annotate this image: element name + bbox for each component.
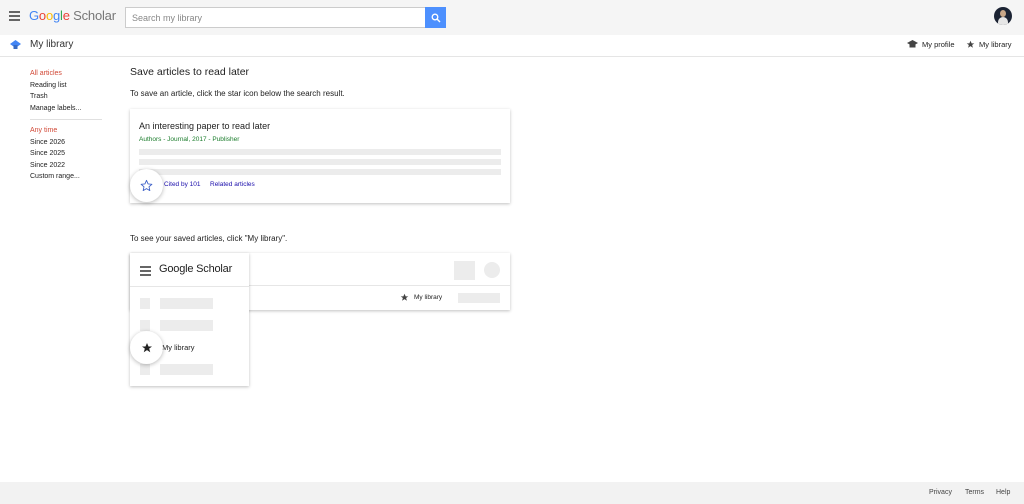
my-profile-link[interactable]: My profile: [907, 40, 955, 49]
star-icon: [400, 293, 409, 301]
placeholder-avatar: [484, 262, 500, 278]
time-filter-custom-range[interactable]: Custom range...: [30, 171, 102, 183]
terms-link[interactable]: Terms: [965, 489, 984, 496]
sidebar-item-reading-list[interactable]: Reading list: [30, 80, 102, 92]
menu-icon[interactable]: [9, 11, 20, 21]
sidebar-item-manage-labels[interactable]: Manage labels...: [30, 103, 102, 115]
search-button[interactable]: [425, 7, 446, 28]
sidebar-item-trash[interactable]: Trash: [30, 91, 102, 103]
footer: Privacy Terms Help: [0, 482, 1024, 504]
sidebar: All articles Reading list Trash Manage l…: [30, 68, 102, 183]
avatar[interactable]: [994, 7, 1012, 25]
time-filter-since-2025[interactable]: Since 2025: [30, 148, 102, 160]
time-filter-since-2022[interactable]: Since 2022: [30, 160, 102, 172]
privacy-link[interactable]: Privacy: [929, 489, 952, 496]
save-star-button[interactable]: [130, 169, 163, 202]
snippet-placeholder: [139, 169, 501, 175]
menu-icon: [140, 266, 151, 276]
placeholder-icon: [140, 320, 150, 331]
star-outline-icon: [140, 179, 153, 192]
snippet-placeholder: [139, 159, 501, 165]
cited-by-link[interactable]: Cited by 101: [164, 181, 201, 188]
placeholder-icon: [140, 298, 150, 309]
example-meta: Authors - Journal, 2017 - Publisher: [139, 136, 240, 143]
snippet-placeholder: [139, 149, 501, 155]
google-scholar-logo[interactable]: Google Scholar: [29, 8, 116, 23]
example-result-card: An interesting paper to read later Autho…: [130, 109, 510, 203]
illustration-menu-panel: Google Scholar My library: [130, 253, 249, 386]
search-input[interactable]: [125, 7, 425, 28]
library-logo-icon: [10, 40, 21, 49]
star-icon: [966, 40, 975, 48]
time-filter-any-time[interactable]: Any time: [30, 125, 102, 137]
placeholder-label: [160, 298, 213, 309]
placeholder-block: [458, 293, 500, 303]
placeholder-icon: [140, 364, 150, 375]
search-icon: [431, 13, 440, 22]
my-library-link[interactable]: My library: [966, 40, 1012, 49]
page-title: My library: [30, 39, 74, 50]
library-instruction: To see your saved articles, click "My li…: [130, 234, 288, 243]
graduation-cap-icon: [907, 40, 918, 48]
top-bar: Google Scholar: [0, 0, 1024, 35]
example-title: An interesting paper to read later: [139, 121, 271, 131]
star-filled-icon: [141, 342, 152, 352]
main-heading: Save articles to read later: [130, 66, 250, 78]
illustration-logo: Google Scholar: [159, 263, 233, 275]
help-link[interactable]: Help: [996, 489, 1010, 496]
related-articles-link[interactable]: Related articles: [210, 181, 255, 188]
subheader: My library My profile My library: [0, 35, 1024, 57]
save-instruction: To save an article, click the star icon …: [130, 89, 345, 98]
illustration-my-library-link: My library: [400, 293, 442, 302]
time-filter-since-2026[interactable]: Since 2026: [30, 137, 102, 149]
sidebar-item-all-articles[interactable]: All articles: [30, 68, 102, 80]
placeholder-label: [160, 320, 213, 331]
illustration-star-button: [130, 331, 163, 364]
illustration-library-label: My library: [162, 343, 195, 352]
placeholder-label: [160, 364, 213, 375]
sidebar-divider: [30, 119, 102, 120]
placeholder-block: [454, 261, 475, 280]
